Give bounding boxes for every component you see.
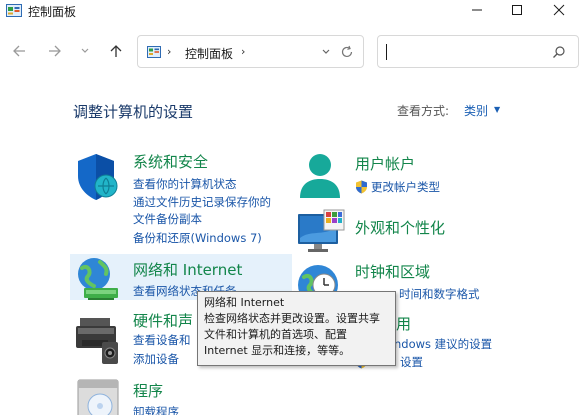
- link-windows-suggested-settings[interactable]: ndows 建议的设置: [394, 336, 492, 352]
- close-button[interactable]: [542, 0, 576, 20]
- breadcrumb-separator[interactable]: ›: [241, 45, 245, 58]
- category-network-internet[interactable]: 网络和 Internet: [133, 259, 242, 280]
- title-bar: 控制面板: [0, 0, 587, 22]
- caret-down-icon[interactable]: ▼: [494, 105, 500, 114]
- programs-disc-icon[interactable]: [74, 378, 122, 415]
- search-input[interactable]: [390, 42, 540, 62]
- link-change-account-type[interactable]: 更改帐户类型: [371, 179, 440, 195]
- address-bar[interactable]: › 控制面板 ›: [137, 35, 364, 68]
- category-appearance[interactable]: 外观和个性化: [355, 217, 445, 238]
- category-ease-of-access[interactable]: 用: [396, 313, 411, 334]
- category-user-accounts[interactable]: 用户帐户: [355, 153, 415, 174]
- tooltip-line: 文件和计算机的首选项、配置: [204, 328, 347, 341]
- back-button[interactable]: [9, 41, 29, 61]
- tooltip-line: Internet 显示和连接，等等。: [204, 344, 351, 357]
- category-clock-region[interactable]: 时钟和区域: [355, 261, 430, 282]
- link-view-devices[interactable]: 查看设备和: [133, 332, 191, 348]
- link-time-number-format[interactable]: 时间和数字格式: [399, 286, 480, 302]
- search-box[interactable]: [377, 35, 579, 68]
- view-by-dropdown[interactable]: 类别: [464, 102, 488, 119]
- appearance-monitor-icon[interactable]: [296, 208, 346, 254]
- uac-shield-icon: [356, 180, 367, 194]
- control-panel-icon: [147, 46, 161, 58]
- arrow-up-icon: [110, 45, 122, 57]
- user-accounts-icon[interactable]: [296, 152, 344, 202]
- breadcrumb-separator[interactable]: ›: [167, 45, 171, 58]
- link-view-computer-status[interactable]: 查看你的计算机状态: [133, 176, 237, 192]
- category-system-security[interactable]: 系统和安全: [133, 151, 208, 172]
- up-button[interactable]: [106, 41, 126, 61]
- link-file-history-cont[interactable]: 文件备份副本: [133, 211, 202, 227]
- minimize-icon: [472, 9, 482, 11]
- link-add-device[interactable]: 添加设备: [133, 351, 179, 367]
- category-hardware-sound[interactable]: 硬件和声: [133, 310, 193, 331]
- view-by-label: 查看方式:: [397, 104, 450, 118]
- maximize-button[interactable]: [500, 0, 534, 20]
- network-globe-icon[interactable]: [74, 256, 122, 302]
- chevron-down-icon: [81, 48, 89, 53]
- arrow-left-icon: [13, 45, 25, 57]
- forward-button[interactable]: [45, 41, 65, 61]
- search-icon[interactable]: [552, 45, 566, 59]
- page-title: 调整计算机的设置: [73, 103, 194, 121]
- refresh-icon: [341, 45, 353, 58]
- category-programs[interactable]: 程序: [133, 380, 163, 401]
- close-icon: [553, 4, 565, 16]
- text-caret: [386, 44, 387, 60]
- link-backup-restore[interactable]: 备份和还原(Windows 7): [133, 230, 262, 246]
- control-panel-icon: [6, 4, 22, 17]
- security-shield-icon[interactable]: [74, 152, 122, 202]
- link-file-history[interactable]: 通过文件历史记录保存你的: [133, 194, 271, 210]
- tooltip: 网络和 Internet 检查网络状态并更改设置。设置共享 文件和计算机的首选项…: [197, 291, 396, 366]
- maximize-icon: [512, 5, 522, 15]
- printer-speaker-icon[interactable]: [74, 316, 122, 366]
- window-title: 控制面板: [28, 5, 77, 19]
- arrow-right-icon: [49, 45, 61, 57]
- link-uninstall-program[interactable]: 卸载程序: [133, 404, 179, 415]
- breadcrumb-control-panel[interactable]: 控制面板: [185, 45, 233, 62]
- chevron-down-icon[interactable]: [319, 46, 333, 58]
- minimize-button[interactable]: [460, 0, 494, 20]
- link-ease-of-access-settings[interactable]: 设置: [400, 354, 423, 370]
- tooltip-title: 网络和 Internet: [204, 296, 285, 309]
- recent-locations-button[interactable]: [78, 41, 92, 61]
- tooltip-line: 检查网络状态并更改设置。设置共享: [204, 312, 380, 325]
- refresh-button[interactable]: [338, 43, 356, 61]
